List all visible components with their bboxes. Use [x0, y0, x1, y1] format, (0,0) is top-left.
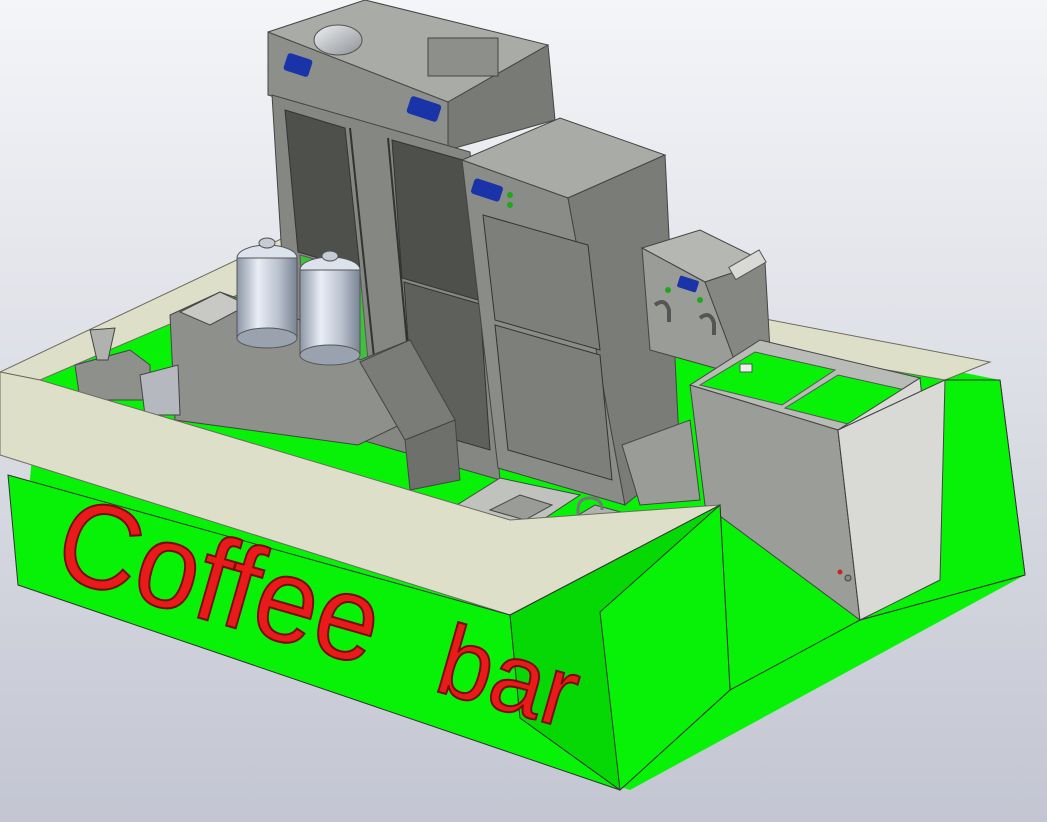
indicator-light — [844, 574, 852, 582]
cad-render: Coffee bar — [0, 0, 1026, 792]
indicator-light — [665, 287, 671, 293]
indicator-light — [837, 569, 843, 575]
indicator-light — [697, 297, 703, 303]
vent-dome — [313, 24, 363, 56]
coffee-urn — [236, 237, 298, 349]
indicator-light — [507, 202, 513, 208]
indicator-light — [507, 192, 513, 198]
vent-box — [427, 37, 499, 77]
coffee-urn — [299, 250, 361, 366]
